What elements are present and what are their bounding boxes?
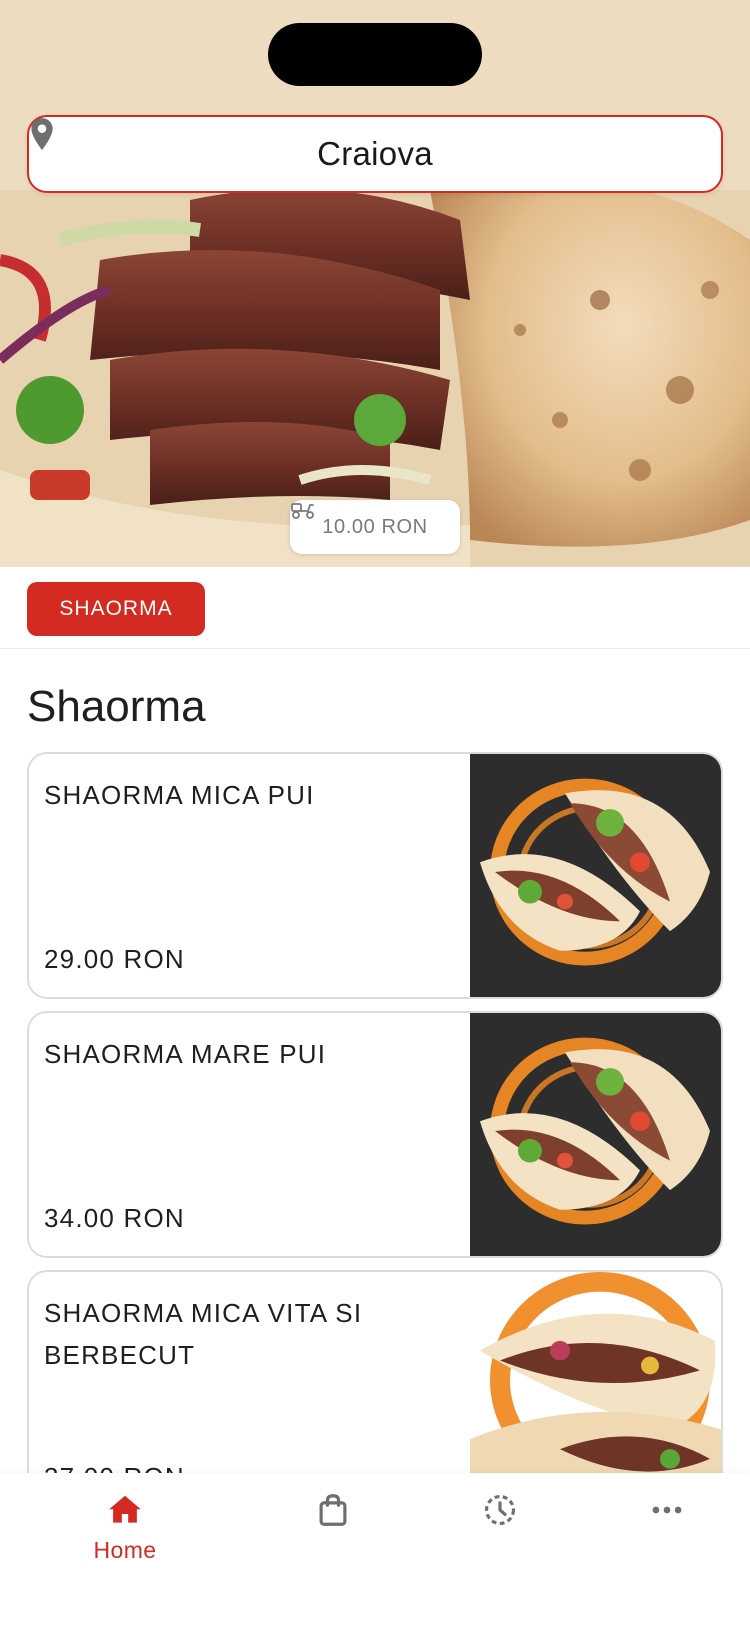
- section-title: Shaorma: [27, 682, 206, 731]
- nav-history[interactable]: [440, 1491, 560, 1529]
- more-icon: [652, 1506, 682, 1514]
- shaorma-wrap-image: [470, 1013, 721, 1256]
- nav-more[interactable]: [607, 1491, 727, 1529]
- product-card[interactable]: SHAORMA MICA PUI 29.00 RON: [27, 752, 723, 999]
- category-tabs: SHAORMA: [0, 567, 750, 649]
- shaorma-wrap-image: [470, 754, 721, 997]
- nav-home-label: Home: [93, 1537, 157, 1563]
- app-screen: Craiova 10.00 RON SHAORMA Shaorma SHAORM…: [0, 0, 750, 1630]
- nav-orders[interactable]: [273, 1491, 393, 1529]
- product-image: [470, 754, 721, 997]
- product-name: SHAORMA MARE PUI: [44, 1039, 327, 1069]
- product-price: 34.00 RON: [44, 1203, 185, 1233]
- product-image: [470, 1013, 721, 1256]
- shopping-bag-icon: [319, 1494, 347, 1526]
- delivery-fee-badge: 10.00 RON: [290, 500, 460, 554]
- clock-history-icon: [484, 1494, 516, 1526]
- delivery-fee-text: 10.00 RON: [322, 515, 428, 538]
- location-selector[interactable]: Craiova: [27, 115, 723, 193]
- hero-banner: Craiova 10.00 RON: [0, 0, 750, 567]
- bottom-navigation: Home: [0, 1473, 750, 1630]
- location-city: Craiova: [317, 135, 433, 172]
- scooter-icon: [291, 503, 314, 519]
- product-price: 29.00 RON: [44, 944, 185, 974]
- category-tab-shaorma[interactable]: SHAORMA: [27, 582, 205, 636]
- home-icon: [109, 1495, 141, 1523]
- nav-home[interactable]: Home: [65, 1491, 185, 1564]
- product-card[interactable]: SHAORMA MARE PUI 34.00 RON: [27, 1011, 723, 1258]
- location-pin-icon: [31, 118, 53, 150]
- product-name: SHAORMA MICA VITA SI BERBECUT: [44, 1298, 363, 1370]
- product-name: SHAORMA MICA PUI: [44, 780, 315, 810]
- camera-notch: [268, 23, 482, 86]
